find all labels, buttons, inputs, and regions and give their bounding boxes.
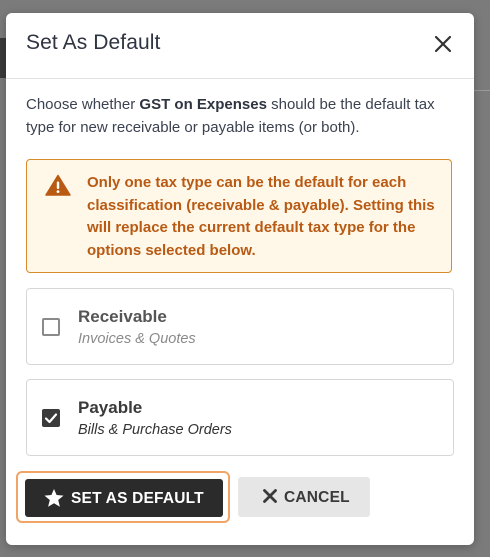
- warning-alert: Only one tax type can be the default for…: [26, 159, 452, 273]
- intro-prefix: Choose whether: [26, 96, 140, 113]
- dialog-title: Set As Default: [26, 31, 161, 54]
- option-label: Payable: [78, 398, 143, 417]
- focus-ring: SET AS DEFAULT: [16, 471, 230, 523]
- cancel-label: CANCEL: [284, 489, 350, 506]
- dialog-footer: SET AS DEFAULT CANCEL: [16, 471, 456, 527]
- option-label: Receivable: [78, 307, 167, 326]
- close-icon[interactable]: [432, 33, 454, 55]
- option-receivable[interactable]: Receivable Invoices & Quotes: [26, 288, 454, 365]
- star-icon: [43, 488, 65, 508]
- set-as-default-button[interactable]: SET AS DEFAULT: [25, 479, 223, 517]
- tax-type-name: GST on Expenses: [139, 96, 267, 113]
- warning-text: Only one tax type can be the default for…: [87, 174, 435, 259]
- payable-checkbox[interactable]: [42, 409, 60, 427]
- option-sublabel: Bills & Purchase Orders: [78, 422, 232, 438]
- set-as-default-label: SET AS DEFAULT: [71, 490, 204, 507]
- close-icon: [262, 488, 278, 504]
- warning-triangle-icon: [45, 174, 71, 196]
- cancel-button[interactable]: CANCEL: [238, 477, 370, 517]
- dialog-header: Set As Default: [6, 13, 474, 79]
- background-divider: [474, 90, 490, 91]
- option-payable[interactable]: Payable Bills & Purchase Orders: [26, 379, 454, 456]
- dialog-body: Choose whether GST on Expenses should be…: [26, 93, 454, 456]
- intro-text: Choose whether GST on Expenses should be…: [26, 93, 454, 139]
- receivable-checkbox[interactable]: [42, 318, 60, 336]
- set-default-dialog: Set As Default Choose whether GST on Exp…: [6, 13, 474, 545]
- option-sublabel: Invoices & Quotes: [78, 331, 196, 347]
